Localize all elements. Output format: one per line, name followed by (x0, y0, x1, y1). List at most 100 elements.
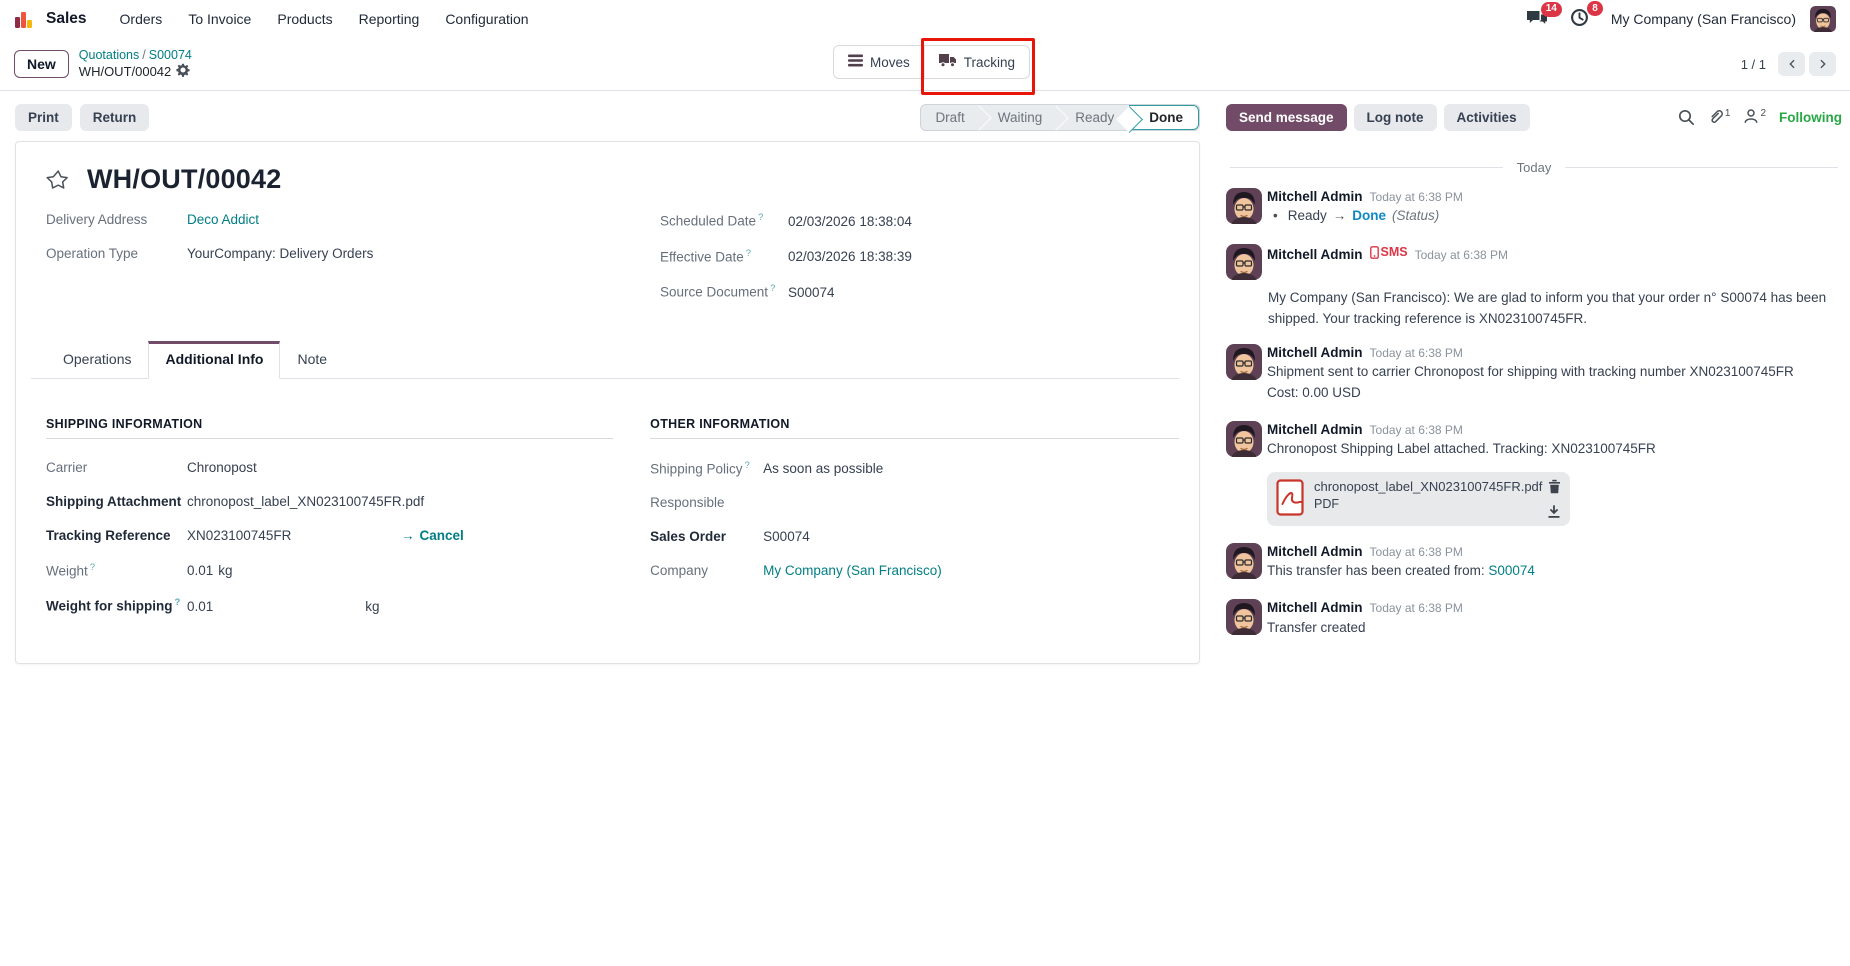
chatter-panel: Send message Log note Activities 1 2 Fol (1200, 91, 1850, 655)
return-button[interactable]: Return (79, 104, 150, 131)
attachment-card[interactable]: chronopost_label_XN023100745FR.pdf PDF (1267, 472, 1570, 527)
message-author[interactable]: Mitchell Admin (1267, 344, 1363, 362)
download-attachment-icon[interactable] (1547, 505, 1561, 519)
notebook-tabs: Operations Additional Info Note (31, 340, 1179, 379)
pager-previous-button[interactable] (1778, 52, 1805, 76)
weight-value: 0.01 (187, 563, 214, 578)
help-marker: ? (174, 597, 181, 608)
messages-menu-button[interactable]: 14 (1526, 1, 1562, 30)
search-messages-button[interactable] (1678, 109, 1695, 126)
moves-button[interactable]: Moves (834, 46, 924, 78)
field-label-shipping-policy: Shipping Policy? (650, 459, 750, 477)
delete-attachment-icon[interactable] (1548, 479, 1561, 494)
source-document-value[interactable]: S00074 (788, 285, 835, 300)
field-label-operation-type: Operation Type (46, 246, 139, 261)
help-marker: ? (745, 247, 752, 259)
attachments-count: 1 (1724, 107, 1731, 119)
new-button[interactable]: New (14, 50, 69, 78)
pager-next-button[interactable] (1809, 52, 1836, 76)
avatar (1226, 343, 1262, 380)
person-icon (1743, 108, 1759, 127)
nav-item-configuration[interactable]: Configuration (434, 5, 539, 33)
attachment-filename: chronopost_label_XN023100745FR.pdf (1314, 479, 1543, 495)
app-menu-sales[interactable]: Sales (46, 10, 87, 28)
message-created-from: Mitchell Admin Today at 6:38 PM This tra… (1226, 543, 1842, 582)
tab-additional-info[interactable]: Additional Info (148, 340, 281, 379)
field-label-delivery-address: Delivery Address (46, 212, 148, 227)
top-navbar: Sales Orders To Invoice Products Reporti… (0, 0, 1850, 38)
field-label-weight: Weight? (46, 561, 96, 579)
message-body: Shipment sent to carrier Chronopost for … (1267, 364, 1794, 380)
message-time: Today at 6:38 PM (1369, 345, 1463, 360)
message-time: Today at 6:38 PM (1369, 423, 1463, 438)
attachments-button[interactable]: 1 (1708, 107, 1731, 128)
message-shipping-label: Mitchell Admin Today at 6:38 PM Chronopo… (1226, 421, 1842, 527)
weight-for-shipping-value[interactable]: 0.01 (187, 599, 213, 614)
message-body: Transfer created (1267, 619, 1366, 635)
message-body: This transfer has been created from: (1267, 563, 1489, 579)
print-button[interactable]: Print (15, 104, 72, 131)
moves-button-label: Moves (870, 54, 910, 70)
company-switcher[interactable]: My Company (San Francisco) (1611, 11, 1796, 27)
nav-item-to-invoice[interactable]: To Invoice (177, 5, 262, 33)
attachment-type: PDF (1314, 497, 1339, 512)
message-author[interactable]: Mitchell Admin (1267, 543, 1363, 561)
nav-item-orders[interactable]: Orders (109, 5, 174, 33)
message-author[interactable]: Mitchell Admin (1267, 246, 1363, 264)
help-marker: ? (744, 459, 750, 471)
tracking-change-line: • Ready → Done (Status) (1267, 206, 1842, 227)
message-body-cost: Cost: 0.00 USD (1267, 385, 1361, 401)
field-label-effective-date: Effective Date? (660, 247, 752, 265)
clock-icon (1570, 8, 1589, 30)
message-author[interactable]: Mitchell Admin (1267, 188, 1363, 206)
followers-button[interactable]: 2 (1743, 108, 1766, 127)
scheduled-date-value[interactable]: 02/03/2026 18:38:04 (788, 214, 912, 229)
source-order-link[interactable]: S00074 (1488, 563, 1535, 578)
field-label-shipping-attachment: Shipping Attachment (46, 493, 182, 509)
cancel-shipment-button[interactable]: → Cancel (401, 528, 464, 543)
bullet: • (1273, 208, 1278, 224)
help-marker: ? (758, 212, 764, 223)
breadcrumb-quotations-link[interactable]: Quotations (79, 48, 139, 62)
tab-note[interactable]: Note (280, 341, 344, 378)
activities-button[interactable]: Activities (1443, 104, 1530, 131)
record-title: WH/OUT/00042 (87, 164, 282, 194)
tracking-field-name: (Status) (1392, 208, 1440, 224)
shipping-attachment-value[interactable]: chronopost_label_XN023100745FR.pdf (187, 494, 424, 509)
other-information-heading: OTHER INFORMATION (650, 416, 790, 431)
send-message-button[interactable]: Send message (1226, 104, 1347, 131)
form-sheet: WH/OUT/00042 Delivery Address Deco Addic… (15, 141, 1200, 664)
control-panel: New Quotations / S00074 WH/OUT/00042 Mov… (0, 38, 1850, 95)
carrier-value[interactable]: Chronopost (187, 460, 257, 475)
gear-icon[interactable] (176, 63, 190, 80)
message-transfer-created: Mitchell Admin Today at 6:38 PM Transfer… (1226, 599, 1842, 638)
weight-for-shipping-unit: kg (365, 598, 380, 614)
message-author[interactable]: Mitchell Admin (1267, 599, 1363, 617)
user-avatar[interactable] (1810, 6, 1836, 32)
activities-badge: 8 (1587, 1, 1603, 16)
tab-operations[interactable]: Operations (46, 341, 148, 378)
operation-type-value: YourCompany: Delivery Orders (187, 246, 374, 261)
activities-menu-button[interactable]: 8 (1570, 1, 1603, 30)
sms-badge: SMS (1369, 244, 1408, 261)
company-link[interactable]: My Company (San Francisco) (763, 563, 942, 578)
sales-order-value[interactable]: S00074 (763, 529, 810, 544)
odoo-logo-icon[interactable] (14, 9, 34, 29)
tracking-button[interactable]: Tracking (920, 38, 1036, 95)
nav-item-reporting[interactable]: Reporting (348, 5, 431, 33)
field-label-source-document: Source Document? (660, 283, 776, 300)
tracking-reference-value[interactable]: XN023100745FR (187, 528, 291, 543)
breadcrumb-sale-order-link[interactable]: S00074 (149, 48, 192, 62)
favorite-star-icon[interactable] (46, 168, 70, 192)
delivery-address-link[interactable]: Deco Addict (187, 212, 259, 227)
following-button[interactable]: Following (1779, 110, 1842, 125)
status-step-done[interactable]: Done (1129, 105, 1199, 130)
status-step-draft[interactable]: Draft (921, 105, 979, 130)
shipping-policy-value[interactable]: As soon as possible (763, 461, 883, 476)
section-divider (46, 437, 614, 439)
message-sms: Mitchell Admin SMS Today at 6:38 PM My C… (1226, 244, 1842, 330)
message-author[interactable]: Mitchell Admin (1267, 421, 1363, 439)
field-label-sales-order: Sales Order (650, 529, 726, 544)
nav-item-products[interactable]: Products (266, 5, 343, 33)
log-note-button[interactable]: Log note (1353, 104, 1437, 131)
